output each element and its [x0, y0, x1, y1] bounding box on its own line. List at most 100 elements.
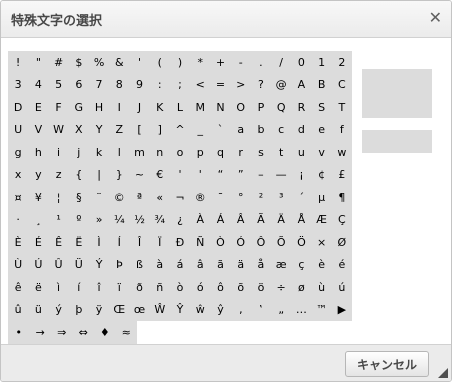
character-cell[interactable]: S — [311, 96, 332, 119]
character-cell[interactable]: × — [311, 231, 332, 254]
character-cell[interactable]: ü — [28, 298, 49, 321]
character-cell[interactable]: ( — [149, 51, 170, 74]
character-cell[interactable]: ' — [129, 51, 150, 74]
character-cell[interactable]: } — [109, 163, 130, 186]
character-cell[interactable]: ™ — [311, 298, 332, 321]
character-cell[interactable]: R — [291, 96, 312, 119]
character-cell[interactable]: È — [8, 231, 29, 254]
character-cell[interactable]: µ — [311, 186, 332, 209]
character-cell[interactable]: z — [48, 163, 69, 186]
character-cell[interactable]: Ò — [210, 231, 231, 254]
character-cell[interactable]: 7 — [88, 73, 110, 96]
character-cell[interactable]: P — [250, 96, 272, 119]
character-cell[interactable]: Ï — [149, 231, 170, 254]
character-cell[interactable]: Î — [129, 231, 150, 254]
character-cell[interactable]: À — [190, 208, 211, 231]
character-cell[interactable]: k — [88, 141, 110, 164]
character-cell[interactable]: ! — [8, 51, 29, 74]
character-cell[interactable]: ÿ — [88, 298, 110, 321]
character-cell[interactable]: → — [29, 321, 51, 344]
character-cell[interactable]: V — [28, 118, 49, 141]
character-cell[interactable]: M — [190, 96, 211, 119]
character-cell[interactable]: à — [149, 253, 170, 276]
character-cell[interactable]: ê — [8, 276, 29, 299]
character-cell[interactable]: J — [129, 96, 150, 119]
character-cell[interactable]: · — [8, 208, 29, 231]
character-cell[interactable]: ó — [190, 276, 211, 299]
character-cell[interactable]: ð — [129, 276, 150, 299]
character-cell[interactable]: ë — [28, 276, 49, 299]
character-cell[interactable]: 1 — [311, 51, 332, 74]
character-cell[interactable]: ¤ — [8, 186, 29, 209]
character-cell[interactable]: : — [149, 73, 170, 96]
character-cell[interactable]: ä — [230, 253, 251, 276]
character-cell[interactable]: A — [291, 73, 312, 96]
character-cell[interactable]: Z — [109, 118, 130, 141]
character-cell[interactable]: ' — [190, 163, 211, 186]
character-cell[interactable]: p — [190, 141, 211, 164]
character-cell[interactable]: ⇔ — [72, 321, 94, 344]
character-cell[interactable]: s — [250, 141, 272, 164]
character-cell[interactable]: © — [109, 186, 130, 209]
character-cell[interactable]: Â — [230, 208, 251, 231]
character-cell[interactable]: ¦ — [48, 186, 69, 209]
character-cell[interactable]: > — [230, 73, 251, 96]
character-cell[interactable]: ½ — [129, 208, 150, 231]
character-cell[interactable]: þ — [68, 298, 89, 321]
character-cell[interactable]: < — [190, 73, 211, 96]
character-cell[interactable]: N — [210, 96, 231, 119]
character-cell[interactable]: ³ — [271, 186, 292, 209]
character-cell[interactable]: = — [210, 73, 231, 96]
character-cell[interactable]: â — [190, 253, 211, 276]
character-cell[interactable]: Ñ — [190, 231, 211, 254]
character-cell[interactable]: 2 — [331, 51, 352, 74]
character-cell[interactable]: ¥ — [28, 186, 49, 209]
character-cell[interactable]: ñ — [149, 276, 170, 299]
character-cell[interactable]: g — [8, 141, 29, 164]
character-cell[interactable]: Ý — [88, 253, 110, 276]
character-cell[interactable]: # — [48, 51, 69, 74]
character-cell[interactable]: Ç — [331, 208, 352, 231]
character-cell[interactable]: Í — [109, 231, 130, 254]
character-cell[interactable]: º — [68, 208, 89, 231]
character-cell[interactable]: & — [109, 51, 130, 74]
character-cell[interactable]: œ — [129, 298, 150, 321]
character-cell[interactable]: ‚ — [230, 298, 251, 321]
character-cell[interactable]: Ù — [8, 253, 29, 276]
character-cell[interactable]: u — [291, 141, 312, 164]
character-cell[interactable]: £ — [331, 163, 352, 186]
character-cell[interactable]: € — [149, 163, 170, 186]
character-cell[interactable]: v — [311, 141, 332, 164]
character-cell[interactable]: Û — [48, 253, 69, 276]
character-cell[interactable]: è — [311, 253, 332, 276]
character-cell[interactable]: î — [88, 276, 110, 299]
character-cell[interactable]: „ — [271, 298, 292, 321]
character-cell[interactable]: å — [250, 253, 272, 276]
character-cell[interactable]: ª — [129, 186, 150, 209]
character-cell[interactable]: é — [331, 253, 352, 276]
character-cell[interactable]: 6 — [68, 73, 89, 96]
character-cell[interactable]: – — [250, 163, 272, 186]
character-cell[interactable]: ® — [190, 186, 211, 209]
character-cell[interactable]: ŷ — [210, 298, 231, 321]
character-cell[interactable]: ¨ — [88, 186, 110, 209]
character-cell[interactable]: ò — [169, 276, 191, 299]
character-cell[interactable]: [ — [129, 118, 150, 141]
character-cell[interactable]: O — [230, 96, 251, 119]
resize-handle-icon[interactable] — [438, 368, 448, 378]
character-cell[interactable]: j — [68, 141, 89, 164]
character-cell[interactable]: . — [250, 51, 272, 74]
character-cell[interactable]: 5 — [48, 73, 69, 96]
character-cell[interactable]: - — [230, 51, 251, 74]
character-cell[interactable]: K — [149, 96, 170, 119]
character-cell[interactable]: f — [331, 118, 352, 141]
character-cell[interactable]: ¾ — [149, 208, 170, 231]
character-cell[interactable]: x — [8, 163, 29, 186]
character-cell[interactable]: q — [210, 141, 231, 164]
character-cell[interactable]: i — [48, 141, 69, 164]
character-cell[interactable]: ° — [230, 186, 251, 209]
character-cell[interactable]: _ — [190, 118, 211, 141]
character-cell[interactable]: U — [8, 118, 29, 141]
character-cell[interactable]: ç — [291, 253, 312, 276]
character-cell[interactable]: I — [109, 96, 130, 119]
